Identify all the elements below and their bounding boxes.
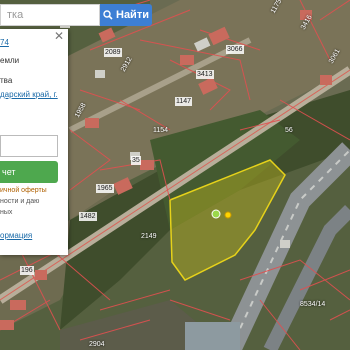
parcel-label: 1482 xyxy=(79,212,97,221)
parcel-label: 1965 xyxy=(96,184,114,193)
email-field[interactable] xyxy=(0,135,58,157)
parcel-label: 2904 xyxy=(89,341,105,348)
offer-line-1[interactable]: ичной оферты xyxy=(0,185,47,196)
address-link[interactable]: дарский край, г. xyxy=(0,89,58,100)
order-report-button[interactable]: чет xyxy=(0,161,58,183)
ownership-text: тва xyxy=(0,76,13,85)
parcel-label: 1147 xyxy=(175,97,193,106)
search-button[interactable]: Найти xyxy=(100,4,152,26)
offer-line-2: ности и даю xyxy=(0,198,40,205)
close-icon[interactable]: ✕ xyxy=(54,30,64,42)
parcel-label: 3066 xyxy=(226,45,244,54)
parcel-label: 2149 xyxy=(141,233,157,240)
search-button-label: Найти xyxy=(116,9,149,21)
parcel-number-link[interactable]: 74 xyxy=(0,37,9,48)
parcel-label: 35 xyxy=(131,156,141,165)
parcel-info-panel: ✕ 74 емли тва дарский край, г. чет ичной… xyxy=(0,29,68,255)
search-input-text: тка xyxy=(7,9,24,21)
offer-text: ичной оферты ности и даю ных xyxy=(0,185,47,218)
info-link[interactable]: ормация xyxy=(0,230,32,241)
parcel-label: 56 xyxy=(285,127,293,134)
search-input[interactable]: тка xyxy=(0,4,100,26)
parcel-label: 1154 xyxy=(153,127,169,134)
parcel-label: 2089 xyxy=(104,48,122,57)
parcel-label: 196 xyxy=(20,266,34,275)
parcel-label: 8534/14 xyxy=(300,301,326,308)
offer-line-3: ных xyxy=(0,209,13,216)
category-text: емли xyxy=(0,56,20,65)
order-report-label: чет xyxy=(2,166,16,177)
parcel-label: 3413 xyxy=(196,70,214,79)
search-icon xyxy=(103,10,113,20)
